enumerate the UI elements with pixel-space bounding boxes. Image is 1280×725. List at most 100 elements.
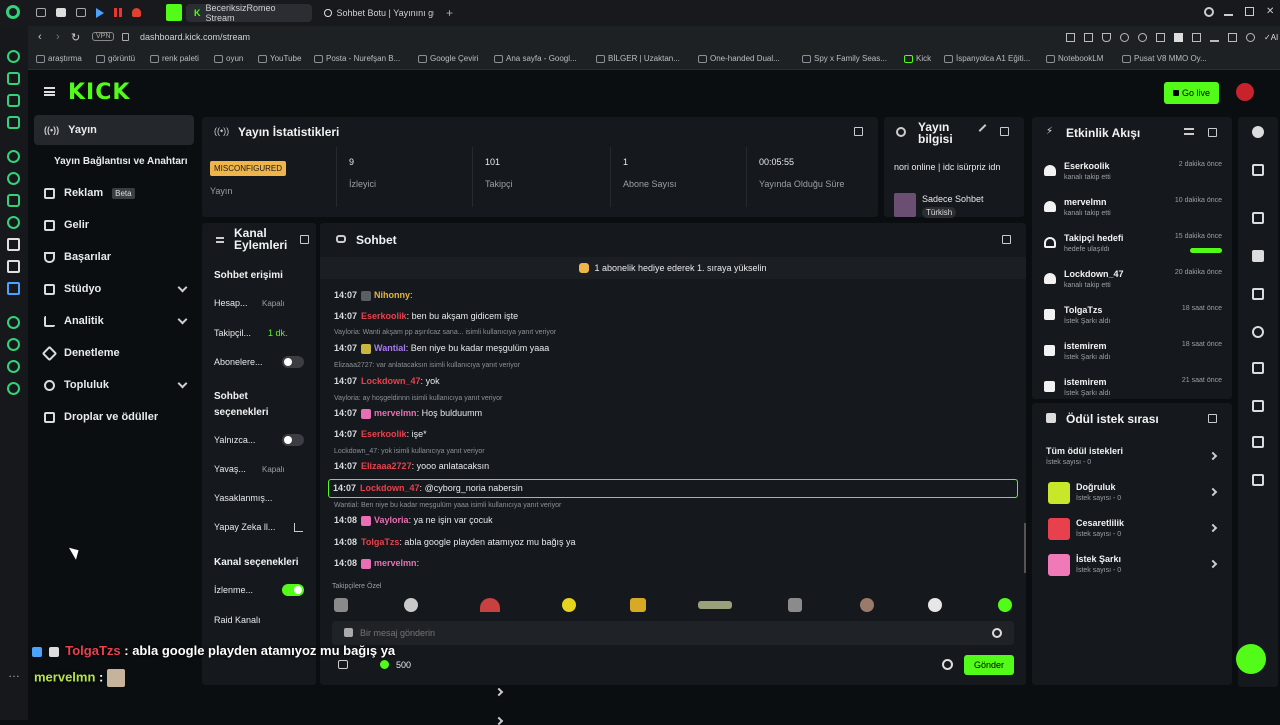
nav-item-moderation[interactable]: Denetleme xyxy=(34,338,194,368)
pause-icon[interactable] xyxy=(114,8,122,17)
nav-item-stream-key[interactable]: Yayın Bağlantısı ve Anahtarı xyxy=(44,146,204,176)
edit-icon[interactable] xyxy=(1252,164,1264,176)
bookmark-item[interactable]: NotebookLM xyxy=(1046,54,1103,63)
event-item[interactable]: Eserkoolik kanalı takip etti 2 dakika ön… xyxy=(1040,159,1226,193)
kick-tab-favicon[interactable] xyxy=(166,4,182,21)
screen-icon[interactable] xyxy=(1252,400,1264,412)
subscribers-only-toggle[interactable] xyxy=(282,356,304,368)
avatar[interactable] xyxy=(1236,83,1254,101)
messenger-icon[interactable] xyxy=(7,50,20,63)
heart-icon[interactable] xyxy=(1138,33,1147,42)
nav-item-studio[interactable]: Stüdyo xyxy=(34,274,194,304)
emote[interactable] xyxy=(928,598,942,612)
event-item[interactable]: istemirem İstek Şarkı aldı 18 saat önce xyxy=(1040,339,1226,373)
vpn-badge[interactable]: VPN xyxy=(92,32,115,41)
back-icon[interactable]: ‹ xyxy=(38,31,42,43)
support-button[interactable] xyxy=(1236,644,1266,674)
bookmark-item[interactable]: BİLGER | Uzaktan... xyxy=(596,54,680,63)
chat-message[interactable]: 14:07 Elizaaa2727: yooo anlatacaksın xyxy=(334,461,489,471)
message-username[interactable]: Nihonny xyxy=(374,290,410,300)
list-icon[interactable] xyxy=(1252,288,1264,300)
emote[interactable] xyxy=(998,598,1012,612)
message-username[interactable]: Lockdown_47 xyxy=(361,376,421,386)
send-button[interactable]: Gönder xyxy=(964,655,1014,675)
player-icon[interactable] xyxy=(7,316,20,329)
close-icon[interactable]: ✕ xyxy=(1266,7,1275,17)
extensions-icon[interactable] xyxy=(7,360,20,373)
bookmark-item[interactable]: Ana sayfa - Googl... xyxy=(494,54,577,63)
nav-item-community[interactable]: Topluluk xyxy=(34,370,194,400)
emote[interactable] xyxy=(334,598,348,612)
chat-message-highlighted[interactable]: 14:07 Lockdown_47: @cyborg_noria nabersin xyxy=(328,479,1018,498)
chat-message[interactable]: 14:08 Vayloria: ya ne işin var çocuk xyxy=(334,515,493,526)
instagram-icon[interactable] xyxy=(7,116,20,129)
url-text[interactable]: dashboard.kick.com/stream xyxy=(140,32,250,42)
bookmark-item[interactable]: görüntü xyxy=(96,54,135,63)
setting-account-age[interactable]: Hesap... Kapalı xyxy=(214,298,314,308)
nav-item-stream[interactable]: ((•)) Yayın xyxy=(34,115,194,145)
setting-slow-mode[interactable]: Yavaş... Kapalı xyxy=(214,464,314,474)
chat-message[interactable]: 14:08 mervelmn: xyxy=(334,558,419,569)
reload-icon[interactable]: ↻ xyxy=(71,31,80,44)
emote[interactable] xyxy=(860,598,874,612)
fire-icon[interactable] xyxy=(132,8,141,17)
play-icon[interactable] xyxy=(96,8,104,18)
snapshot-icon[interactable] xyxy=(1084,33,1093,42)
event-item[interactable]: Takipçi hedefi hedefe ulaşıldı 15 dakika… xyxy=(1040,231,1226,265)
chat-message[interactable]: 14:08 TolgaTzs: abla google playden atamı… xyxy=(334,537,576,547)
whatsapp-icon[interactable] xyxy=(7,72,20,85)
vk-icon[interactable] xyxy=(7,150,20,163)
bookmark-item[interactable]: araştırma xyxy=(36,54,82,63)
message-username[interactable]: Lockdown_47 xyxy=(360,483,420,493)
message-username[interactable]: Eserkoolik xyxy=(361,429,407,439)
bookmark-item[interactable]: One-handed Dual... xyxy=(698,54,780,63)
chat-message[interactable]: 14:07 Nihonny: xyxy=(334,290,413,301)
forward-icon[interactable]: › xyxy=(56,31,60,43)
wallet-icon[interactable] xyxy=(1174,33,1183,42)
bookmark-item[interactable]: Kick xyxy=(904,54,931,63)
info-icon[interactable] xyxy=(1252,126,1264,138)
more-icon[interactable]: … xyxy=(8,666,20,680)
scrollbar[interactable] xyxy=(1024,523,1026,573)
lightning-icon[interactable] xyxy=(1252,250,1264,262)
message-username[interactable]: Elizaaa2727 xyxy=(361,461,412,471)
shield-icon[interactable] xyxy=(1102,33,1111,42)
host-toggle[interactable] xyxy=(282,584,304,596)
bookmark-item[interactable]: Google Çeviri xyxy=(418,54,478,63)
settings-icon[interactable] xyxy=(7,382,20,395)
play-icon[interactable] xyxy=(1120,33,1129,42)
emote[interactable] xyxy=(404,598,418,612)
chat-message[interactable]: 14:07 Lockdown_47: yok xyxy=(334,376,440,386)
link-icon[interactable] xyxy=(1252,362,1264,374)
reward-item-all[interactable]: Tüm ödül istekleri İstek sayısı - 0 xyxy=(1046,443,1226,473)
eye-icon[interactable] xyxy=(1252,326,1264,338)
event-item[interactable]: Lockdown_47 kanalı takip etti 20 dakika … xyxy=(1040,267,1226,301)
emote-only-toggle[interactable] xyxy=(282,434,304,446)
bluesky-icon[interactable] xyxy=(7,282,20,295)
message-username[interactable]: Wantial xyxy=(374,343,406,353)
emote[interactable] xyxy=(562,598,576,612)
settings-icon[interactable] xyxy=(1246,33,1255,42)
setting-followers-only[interactable]: Takipçil... 1 dk. xyxy=(214,328,314,338)
emote[interactable] xyxy=(480,598,500,612)
messenger-icon[interactable] xyxy=(7,172,20,185)
cube-icon[interactable] xyxy=(1156,33,1165,42)
shield-icon[interactable] xyxy=(1228,33,1237,42)
discord-icon[interactable] xyxy=(7,194,20,207)
telegram-icon[interactable] xyxy=(7,94,20,107)
history-icon[interactable] xyxy=(7,338,20,351)
popout-icon[interactable] xyxy=(854,127,863,136)
chat-message[interactable]: 14:07 mervelmn: Hoş bulduumm xyxy=(334,408,482,419)
bookmark-item[interactable]: oyun xyxy=(214,54,243,63)
popout-icon[interactable] xyxy=(1208,128,1217,137)
event-item[interactable]: TolgaTzs İstek Şarkı aldı 18 saat önce xyxy=(1040,303,1226,337)
puzzle-icon[interactable] xyxy=(1192,33,1201,42)
reward-item[interactable]: Cesaretlilik İstek sayısı - 0 xyxy=(1046,515,1226,545)
popout-icon[interactable] xyxy=(1000,127,1009,136)
popout-icon[interactable] xyxy=(300,235,309,244)
message-username[interactable]: mervelmn xyxy=(374,558,417,568)
tab-stream[interactable]: K BeceriksizRomeo Stream xyxy=(186,3,312,23)
opera-logo-icon[interactable] xyxy=(6,5,20,19)
setting-banned-words[interactable]: Yasaklanmış... xyxy=(214,493,314,503)
chat-message[interactable]: 14:07 Eserkoolik: işe* xyxy=(334,429,427,439)
